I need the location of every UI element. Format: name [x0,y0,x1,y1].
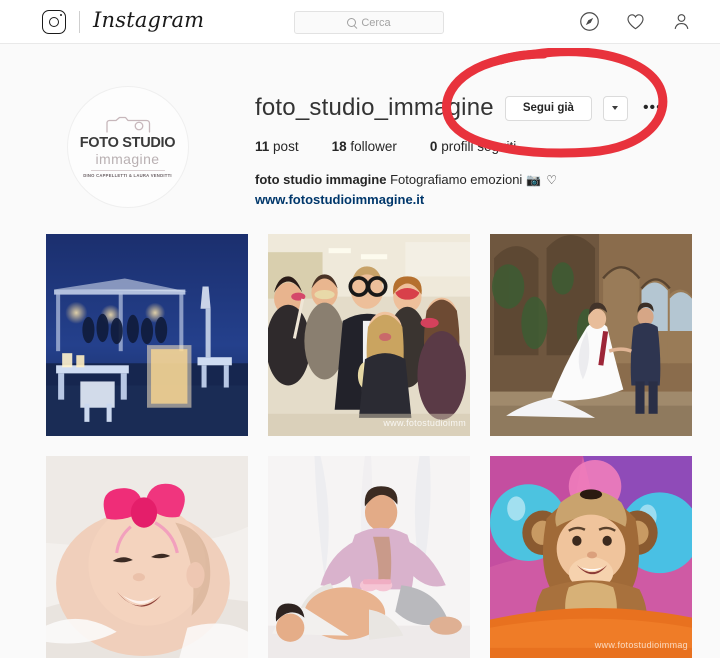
username-row: foto_studio_immagine Segui già ••• [255,94,720,122]
brand-divider [79,10,80,33]
search-container[interactable]: Cerca [294,11,444,34]
post-thumbnail-5[interactable] [268,455,470,658]
profile-bio: foto studio immagine Fotografiamo emozio… [255,171,720,210]
stat-posts[interactable]: 11 post [255,139,299,154]
avatar-line-2: immagine [95,151,160,168]
profile-person-icon[interactable] [671,11,692,32]
avatar-line-1: FOTO STUDIO [79,134,176,151]
avatar-divider [90,170,165,172]
instagram-wordmark[interactable]: Instagram [93,9,204,34]
profile-username: foto_studio_immagine [255,94,494,121]
profile-avatar[interactable]: FOTO STUDIO immagine DINO CAPPELLETTI & … [66,86,189,208]
post-thumbnail-6[interactable]: www.fotostudioimmag [490,455,692,658]
bio-emoji: 📷 ♡ [525,173,558,187]
nav-icon-group [579,11,692,32]
follow-button[interactable]: Segui già [504,95,592,121]
post-thumbnail-1[interactable] [46,233,248,436]
more-options-button[interactable]: ••• [639,100,667,116]
chevron-down-icon [612,106,619,110]
search-input[interactable]: Cerca [294,11,444,34]
bio-website-link[interactable]: www.fotostudioimmagine.it [255,191,720,210]
post-thumbnail-4[interactable] [46,455,248,658]
post-grid: www.fotostudioimm www.fotostudioimmag [46,233,720,658]
activity-heart-icon[interactable] [625,11,646,32]
instagram-camera-icon[interactable] [42,9,66,34]
follow-options-dropdown-button[interactable] [602,95,628,121]
profile-stats: 11 post 18 follower 0 profili seguiti [255,139,720,154]
bio-text: Fotografiamo emozioni [390,172,523,187]
post-thumbnail-3[interactable] [490,233,692,436]
post-thumbnail-2[interactable]: www.fotostudioimm [268,233,470,436]
profile-info-column: foto_studio_immagine Segui già ••• 11 po… [255,86,720,210]
search-placeholder: Cerca [361,16,391,29]
top-navigation-bar: Instagram Cerca [0,0,720,44]
avatar-line-3: DINO CAPPELLETTI & LAURA VENDITTI [83,173,172,179]
instagram-brand[interactable]: Instagram [42,9,204,34]
profile-header: FOTO STUDIO immagine DINO CAPPELLETTI & … [0,44,720,210]
avatar-column: FOTO STUDIO immagine DINO CAPPELLETTI & … [0,86,255,210]
search-icon [347,18,357,27]
bio-display-name: foto studio immagine [255,172,387,187]
stat-following[interactable]: 0 profili seguiti [430,139,516,154]
camera-outline-icon [105,116,151,133]
stat-followers[interactable]: 18 follower [332,139,397,154]
explore-icon[interactable] [579,11,600,32]
